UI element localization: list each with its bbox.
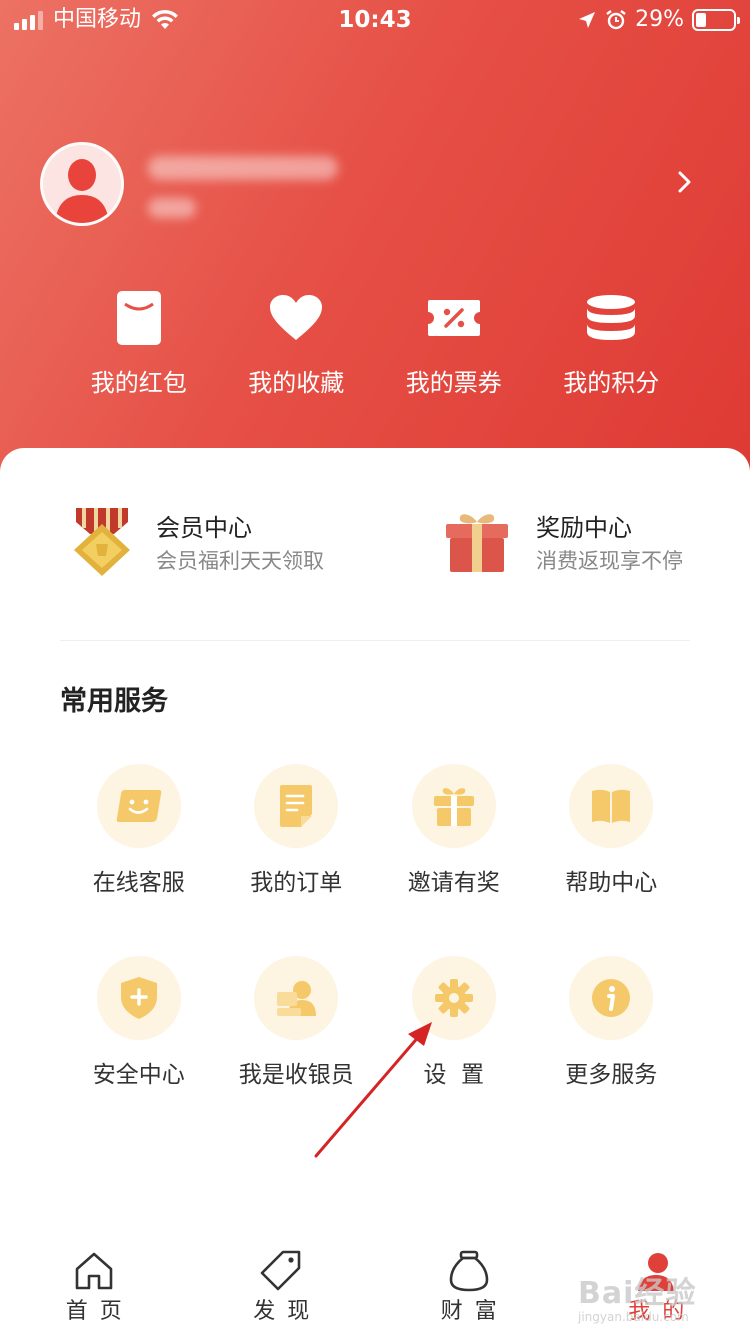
- chevron-right-icon[interactable]: [670, 170, 700, 200]
- chat-face-icon: [116, 790, 161, 822]
- quick-action-label: 我的积分: [563, 369, 660, 397]
- watermark-main: Bai经验: [578, 1276, 697, 1311]
- quick-action-points[interactable]: 我的积分: [533, 288, 691, 400]
- info-icon: [592, 979, 631, 1017]
- home-icon: [75, 1252, 113, 1290]
- quick-action-red-envelope[interactable]: 我的红包: [60, 288, 218, 400]
- divider: [60, 640, 690, 641]
- quick-actions: 我的红包 我的收藏 我的票券 我的积分: [60, 288, 690, 400]
- shield-plus-icon: [120, 977, 157, 1019]
- coins-icon: [587, 295, 636, 340]
- cashier-icon: [277, 981, 317, 1016]
- service-label: 我是收银员: [238, 1062, 354, 1088]
- service-label: 在线客服: [92, 870, 185, 896]
- service-security-center[interactable]: 安全中心: [60, 956, 218, 1148]
- order-doc-icon: [280, 785, 313, 827]
- coupon-icon: [427, 300, 480, 336]
- location-arrow-icon: [579, 12, 596, 28]
- user-silhouette-icon: [55, 159, 109, 223]
- services-grid: 在线客服 我的订单 邀请有奖 帮助中心 安全中心 我是收银员 设 置 更多服务: [60, 764, 690, 1148]
- service-label: 设 置: [423, 1062, 485, 1088]
- quick-action-label: 我的票券: [405, 369, 502, 397]
- service-help-center[interactable]: 帮助中心: [533, 764, 691, 956]
- profile-header: 中国移动 10:43 29% 我的红包 我的收藏 我的票券 我的积分: [0, 0, 750, 480]
- profile-entry[interactable]: [40, 142, 710, 228]
- medal-icon: [74, 508, 130, 576]
- gear-icon: [434, 979, 473, 1017]
- service-invite-reward[interactable]: 邀请有奖: [375, 764, 533, 956]
- tab-label: 财富: [440, 1299, 509, 1324]
- battery-percent: 29%: [635, 7, 684, 32]
- section-title: 常用服务: [60, 686, 168, 717]
- quick-action-favorites[interactable]: 我的收藏: [218, 288, 376, 400]
- tab-discover[interactable]: 发现: [188, 1232, 376, 1334]
- masked-phone-number: [148, 156, 338, 180]
- status-bar: 中国移动 10:43 29%: [0, 0, 750, 40]
- heart-icon: [270, 295, 323, 340]
- quick-action-label: 我的收藏: [248, 369, 345, 397]
- tab-home[interactable]: 首页: [0, 1232, 188, 1334]
- quick-action-coupons[interactable]: 我的票券: [375, 288, 533, 400]
- service-online-support[interactable]: 在线客服: [60, 764, 218, 956]
- gift-icon: [433, 788, 474, 826]
- reward-center-subtitle: 消费返现享不停: [536, 549, 683, 573]
- reward-center-entry[interactable]: 奖励中心 消费返现享不停: [440, 504, 710, 594]
- watermark-sub: jingyan.baidu.com: [578, 1310, 689, 1324]
- masked-nickname: [148, 198, 196, 218]
- member-center-subtitle: 会员福利天天领取: [156, 549, 324, 573]
- service-label: 邀请有奖: [407, 870, 500, 896]
- red-envelope-icon: [116, 291, 161, 345]
- battery-icon: [692, 9, 740, 31]
- money-bag-icon: [449, 1250, 489, 1292]
- tab-label: 发现: [253, 1299, 322, 1324]
- service-settings[interactable]: 设 置: [375, 956, 533, 1148]
- gift-box-icon: [446, 514, 508, 572]
- quick-action-label: 我的红包: [90, 369, 187, 397]
- tab-wealth[interactable]: 财富: [375, 1232, 563, 1334]
- reward-center-title: 奖励中心: [536, 514, 632, 542]
- baidu-jingyan-watermark: Bai经验 jingyan.baidu.com: [578, 1268, 738, 1328]
- service-cashier[interactable]: 我是收银员: [218, 956, 376, 1148]
- tag-icon: [260, 1250, 301, 1291]
- content-card: 会员中心 会员福利天天领取 奖励中心 消费返现享不停 常用服务 在线客服 我的订…: [0, 448, 750, 1334]
- alarm-icon: [606, 10, 626, 30]
- member-center-title: 会员中心: [156, 514, 252, 542]
- service-label: 帮助中心: [565, 870, 658, 896]
- centers-row: 会员中心 会员福利天天领取 奖励中心 消费返现享不停: [60, 504, 700, 594]
- service-more[interactable]: 更多服务: [533, 956, 691, 1148]
- service-label: 我的订单: [250, 870, 343, 896]
- service-label: 更多服务: [565, 1062, 658, 1088]
- tab-label: 首页: [65, 1299, 134, 1324]
- book-icon: [592, 789, 631, 823]
- service-label: 安全中心: [92, 1062, 185, 1088]
- avatar[interactable]: [40, 142, 124, 226]
- member-center-entry[interactable]: 会员中心 会员福利天天领取: [60, 504, 370, 594]
- service-my-orders[interactable]: 我的订单: [218, 764, 376, 956]
